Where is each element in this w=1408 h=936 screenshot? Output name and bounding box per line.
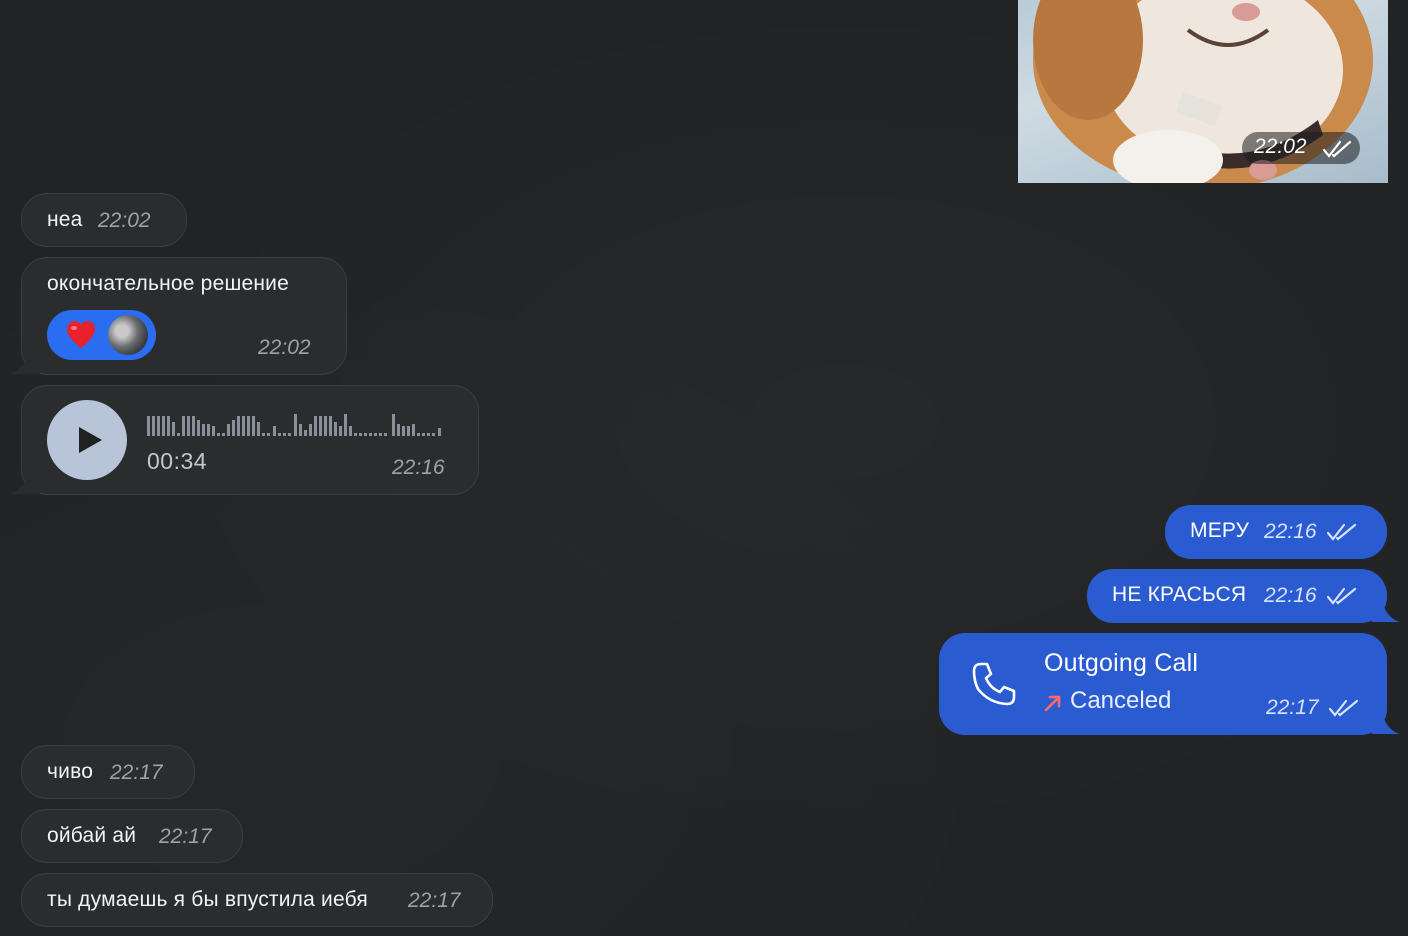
incoming-message[interactable]: ты думаешь я бы впустила иебя 22:17 — [21, 873, 493, 927]
voice-duration: 00:34 — [147, 448, 208, 474]
message-time: 22:02 — [258, 336, 311, 359]
double-check-icon — [1326, 587, 1357, 605]
bubble-tail — [1372, 600, 1400, 622]
call-message[interactable]: Outgoing Call Canceled 22:17 — [939, 633, 1387, 735]
message-time: 22:16 — [392, 456, 445, 479]
message-time: 22:17 — [1266, 696, 1319, 719]
double-check-icon — [1322, 140, 1352, 158]
heart-icon — [67, 321, 95, 348]
message-text: неа — [47, 208, 83, 231]
play-icon — [79, 427, 102, 453]
call-title: Outgoing Call — [1044, 649, 1199, 677]
message-text: МЕРУ — [1190, 519, 1250, 542]
photo-timestamp-pill: 22:02 — [1242, 132, 1360, 164]
call-status: Canceled — [1070, 687, 1172, 714]
message-time: 22:17 — [110, 761, 163, 784]
bubble-tail — [10, 472, 40, 494]
photo-message[interactable]: 22:02 — [1018, 0, 1388, 183]
bubble-tail — [1372, 712, 1400, 734]
message-text: окончательное решение — [47, 272, 289, 295]
incoming-message[interactable]: ойбай ай 22:17 — [21, 809, 243, 863]
voice-waveform[interactable] — [147, 410, 447, 440]
double-check-icon — [1328, 699, 1359, 717]
message-time: 22:16 — [1264, 584, 1317, 607]
play-button[interactable] — [47, 400, 127, 480]
message-text: НЕ КРАСЬСЯ — [1112, 583, 1247, 606]
photo-time: 22:02 — [1254, 135, 1307, 158]
message-time: 22:16 — [1264, 520, 1317, 543]
voice-message[interactable]: 00:34 22:16 — [21, 385, 479, 495]
message-text: ты думаешь я бы впустила иебя — [47, 888, 368, 911]
message-time: 22:02 — [98, 209, 151, 232]
message-time: 22:17 — [408, 889, 461, 912]
double-check-icon — [1326, 523, 1357, 541]
message-text: ойбай ай — [47, 824, 137, 847]
phone-icon[interactable] — [971, 661, 1017, 707]
incoming-message[interactable]: неа 22:02 — [21, 193, 187, 247]
outgoing-message[interactable]: МЕРУ 22:16 — [1165, 505, 1387, 559]
incoming-message[interactable]: чиво 22:17 — [21, 745, 195, 799]
message-time: 22:17 — [159, 825, 212, 848]
bubble-tail — [10, 352, 40, 374]
outgoing-message[interactable]: НЕ КРАСЬСЯ 22:16 — [1087, 569, 1387, 623]
incoming-message[interactable]: окончательное решение 22:02 — [21, 257, 347, 375]
message-text: чиво — [47, 760, 94, 783]
avatar — [108, 315, 148, 355]
reaction-pill[interactable] — [47, 310, 156, 360]
arrow-up-right-icon — [1044, 695, 1061, 712]
